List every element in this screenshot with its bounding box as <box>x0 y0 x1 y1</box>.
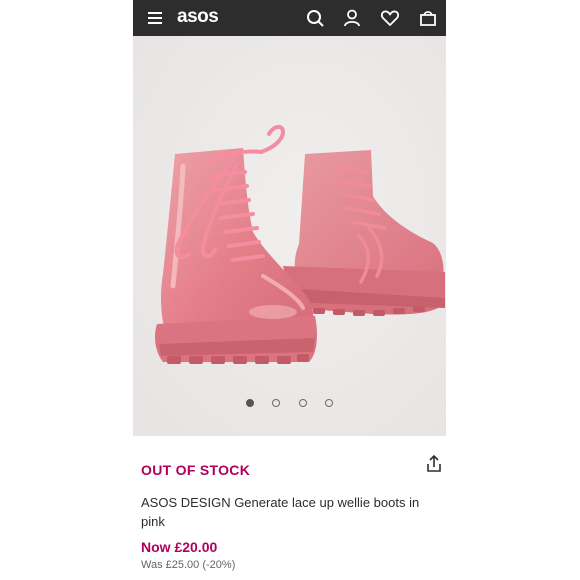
gallery-dot-4[interactable] <box>325 399 334 407</box>
product-page: asos OUT OF STOCK ASOS DESIGN Generate l… <box>133 0 446 580</box>
product-title: ASOS DESIGN Generate lace up wellie boot… <box>141 495 420 529</box>
account-icon[interactable] <box>342 8 362 28</box>
stock-status: OUT OF STOCK <box>141 462 251 478</box>
menu-icon[interactable] <box>146 8 166 28</box>
top-navigation-bar: asos <box>133 0 446 36</box>
share-icon[interactable] <box>425 454 443 474</box>
gallery-dot-2[interactable] <box>272 399 281 407</box>
gallery-dot-3[interactable] <box>298 399 307 407</box>
brand-logo[interactable]: asos <box>177 6 219 28</box>
product-image-gallery[interactable] <box>133 36 446 436</box>
wishlist-heart-icon[interactable] <box>380 8 400 28</box>
search-icon[interactable] <box>305 8 325 28</box>
current-price: Now £20.00 <box>141 539 218 555</box>
gallery-pagination <box>133 394 446 412</box>
bag-icon[interactable] <box>418 8 438 28</box>
product-info: OUT OF STOCK ASOS DESIGN Generate lace u… <box>133 436 446 580</box>
product-image <box>133 36 446 436</box>
gallery-dot-1[interactable] <box>245 399 254 407</box>
previous-price: Was £25.00 (-20%) <box>141 559 236 571</box>
